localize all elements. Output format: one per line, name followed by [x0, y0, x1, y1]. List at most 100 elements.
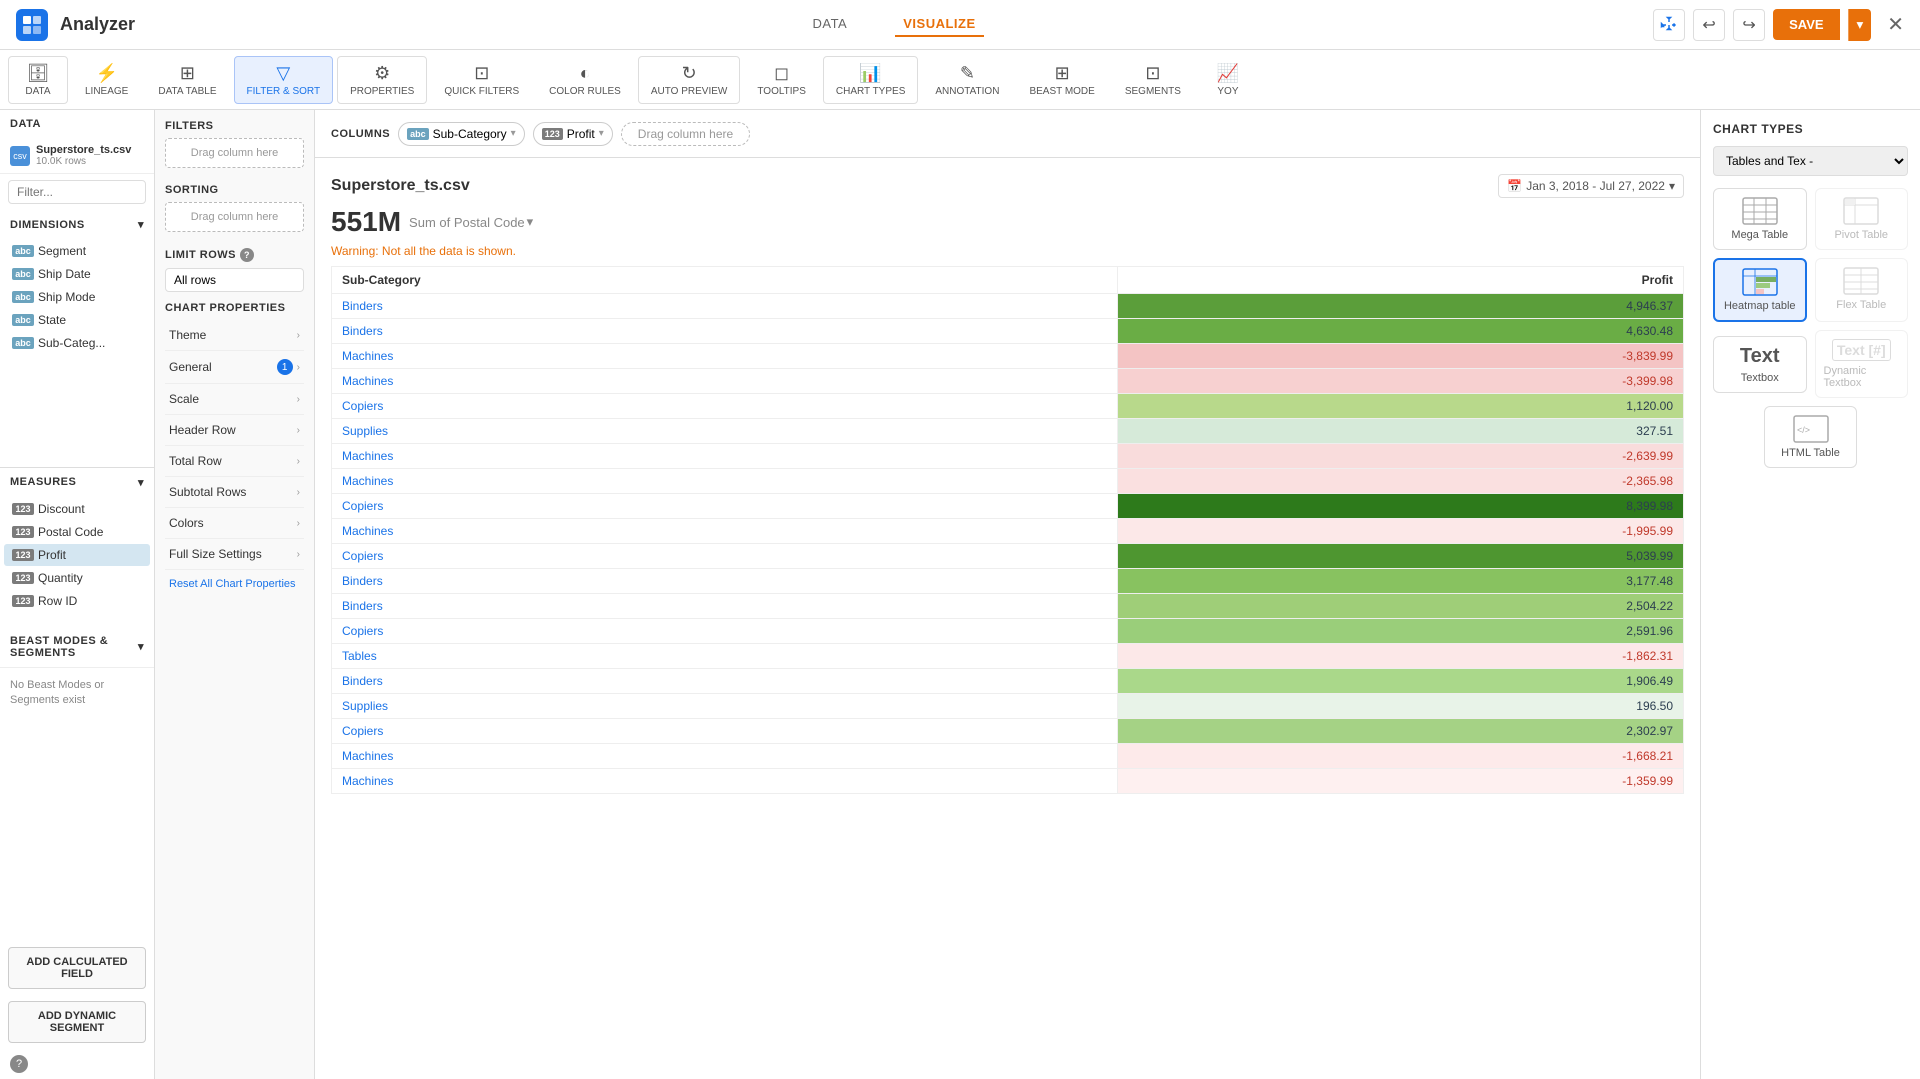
subcategory-cell[interactable]: Binders [332, 594, 1118, 619]
subcategory-cell[interactable]: Copiers [332, 494, 1118, 519]
data-section-header[interactable]: DATA [0, 110, 154, 138]
nav-visualize[interactable]: VISUALIZE [895, 12, 983, 37]
table-row: Copiers2,302.97 [332, 719, 1684, 744]
table-row: Binders3,177.48 [332, 569, 1684, 594]
toolbar-lineage[interactable]: ⚡ LINEAGE [72, 56, 141, 104]
field-quantity[interactable]: 123 Quantity [4, 567, 150, 589]
limit-rows-input[interactable] [165, 268, 304, 292]
subcategory-cell[interactable]: Copiers [332, 719, 1118, 744]
save-arrow-btn[interactable]: ▾ [1848, 9, 1872, 41]
redo-btn[interactable]: ↪ [1733, 9, 1765, 41]
field-segment[interactable]: abc Segment [4, 240, 150, 262]
table-row: Machines-1,359.99 [332, 769, 1684, 794]
sorting-drag-zone[interactable]: Drag column here [165, 202, 304, 232]
toolbar-properties[interactable]: ⚙ PROPERTIES [337, 56, 427, 104]
field-profit[interactable]: 123 Profit [4, 544, 150, 566]
toolbar-yoy[interactable]: 📈 YOY [1198, 56, 1258, 104]
chart-properties-section: CHART PROPERTIES Theme › General 1 › Sca… [155, 302, 314, 598]
toolbar-tooltips[interactable]: ◻ TOOLTIPS [744, 56, 819, 104]
table-wrapper: Sub-Category Profit Binders4,946.37Binde… [331, 266, 1684, 1063]
subcategory-cell[interactable]: Copiers [332, 544, 1118, 569]
profit-cell: -1,668.21 [1118, 744, 1684, 769]
beast-modes-header[interactable]: BEAST MODES & SEGMENTS ▾ [0, 627, 154, 667]
nav-data[interactable]: DATA [804, 12, 855, 37]
columns-drag-zone[interactable]: Drag column here [621, 122, 750, 146]
prop-full-size[interactable]: Full Size Settings › [165, 539, 304, 570]
filters-drag-zone[interactable]: Drag column here [165, 138, 304, 168]
toolbar-filter-sort[interactable]: ▽ FILTER & SORT [234, 56, 334, 104]
column-pill-subcategory[interactable]: abc Sub-Category ▾ [398, 122, 525, 146]
subcategory-cell[interactable]: Machines [332, 744, 1118, 769]
field-sub-category[interactable]: abc Sub-Categ... [4, 332, 150, 354]
prop-general[interactable]: General 1 › [165, 351, 304, 384]
chart-type-html-table[interactable]: </> HTML Table [1764, 406, 1858, 468]
add-dynamic-segment-btn[interactable]: ADD DYNAMIC SEGMENT [8, 1001, 146, 1043]
col-header-profit[interactable]: Profit [1118, 267, 1684, 294]
toolbar-chart-types[interactable]: 📊 CHART TYPES [823, 56, 918, 104]
measures-header[interactable]: MEASURES ▾ [0, 467, 154, 497]
metric-label[interactable]: Sum of Postal Code ▾ [409, 214, 533, 230]
toolbar-beast-mode[interactable]: ⊞ BEAST MODE [1016, 56, 1107, 104]
subcategory-cell[interactable]: Machines [332, 344, 1118, 369]
subcategory-cell[interactable]: Binders [332, 294, 1118, 319]
column-pill-profit[interactable]: 123 Profit ▾ [533, 122, 613, 146]
profit-cell: 1,120.00 [1118, 394, 1684, 419]
profit-cell: 8,399.98 [1118, 494, 1684, 519]
reset-chart-props-link[interactable]: Reset All Chart Properties [165, 570, 304, 598]
subcategory-cell[interactable]: Copiers [332, 394, 1118, 419]
chart-type-textbox[interactable]: Text Textbox [1713, 336, 1807, 393]
date-range-picker[interactable]: 📅 Jan 3, 2018 - Jul 27, 2022 ▾ [1498, 174, 1684, 198]
chart-type-dropdown[interactable]: Tables and Tex - [1713, 146, 1908, 176]
col-header-subcategory[interactable]: Sub-Category [332, 267, 1118, 294]
subcategory-cell[interactable]: Machines [332, 769, 1118, 794]
subcategory-cell[interactable]: Binders [332, 569, 1118, 594]
prop-colors[interactable]: Colors › [165, 508, 304, 539]
settings-icon-btn[interactable] [1653, 9, 1685, 41]
dimensions-header[interactable]: DIMENSIONS ▾ [0, 210, 154, 239]
field-ship-mode[interactable]: abc Ship Mode [4, 286, 150, 308]
subcategory-cell[interactable]: Supplies [332, 694, 1118, 719]
toolbar-data[interactable]: 🗄 DATA [8, 56, 68, 104]
prop-header-row[interactable]: Header Row › [165, 415, 304, 446]
filters-section: FILTERS Drag column here [155, 120, 314, 184]
field-state[interactable]: abc State [4, 309, 150, 331]
toolbar-datatable[interactable]: ⊞ DATA TABLE [145, 56, 229, 104]
subcategory-cell[interactable]: Supplies [332, 419, 1118, 444]
prop-subtotal-rows[interactable]: Subtotal Rows › [165, 477, 304, 508]
prop-total-row[interactable]: Total Row › [165, 446, 304, 477]
chart-type-mega-table[interactable]: Mega Table [1713, 188, 1807, 250]
close-btn[interactable]: ✕ [1887, 12, 1904, 37]
subcategory-cell[interactable]: Machines [332, 469, 1118, 494]
chart-title: Superstore_ts.csv [331, 177, 470, 195]
save-btn[interactable]: SAVE [1773, 9, 1839, 40]
subcategory-cell[interactable]: Binders [332, 319, 1118, 344]
field-postal-code[interactable]: 123 Postal Code [4, 521, 150, 543]
add-calculated-field-btn[interactable]: ADD CALCULATED FIELD [8, 947, 146, 989]
subcategory-cell[interactable]: Machines [332, 519, 1118, 544]
toolbar-color-rules[interactable]: ◐ COLOR RULES [536, 56, 634, 104]
search-input[interactable] [8, 180, 146, 204]
prop-theme[interactable]: Theme › [165, 320, 304, 351]
toolbar-annotation[interactable]: ✎ ANNOTATION [922, 56, 1012, 104]
subcategory-cell[interactable]: Copiers [332, 619, 1118, 644]
dynamic-textbox-label: Dynamic Textbox [1824, 365, 1900, 389]
undo-btn[interactable]: ↩ [1693, 9, 1725, 41]
profit-cell: 2,591.96 [1118, 619, 1684, 644]
prop-scale[interactable]: Scale › [165, 384, 304, 415]
subcategory-cell[interactable]: Binders [332, 669, 1118, 694]
field-row-id[interactable]: 123 Row ID [4, 590, 150, 612]
main-layout: DATA csv Superstore_ts.csv 10.0K rows DI… [0, 110, 1920, 1079]
toolbar-auto-preview[interactable]: ↻ AUTO PREVIEW [638, 56, 741, 104]
chart-type-dynamic-textbox[interactable]: Text [#] Dynamic Textbox [1815, 330, 1909, 398]
toolbar-quick-filters[interactable]: ⊡ QUICK FILTERS [431, 56, 532, 104]
field-discount[interactable]: 123 Discount [4, 498, 150, 520]
chart-type-flex-table[interactable]: Flex Table [1815, 258, 1909, 322]
field-ship-date[interactable]: abc Ship Date [4, 263, 150, 285]
help-btn[interactable]: ? [0, 1049, 154, 1079]
chart-type-pivot-table[interactable]: Pivot Table [1815, 188, 1909, 250]
toolbar-segments[interactable]: ⊡ SEGMENTS [1112, 56, 1194, 104]
subcategory-cell[interactable]: Machines [332, 444, 1118, 469]
chart-type-heatmap-table[interactable]: Heatmap table [1713, 258, 1807, 322]
subcategory-cell[interactable]: Machines [332, 369, 1118, 394]
subcategory-cell[interactable]: Tables [332, 644, 1118, 669]
